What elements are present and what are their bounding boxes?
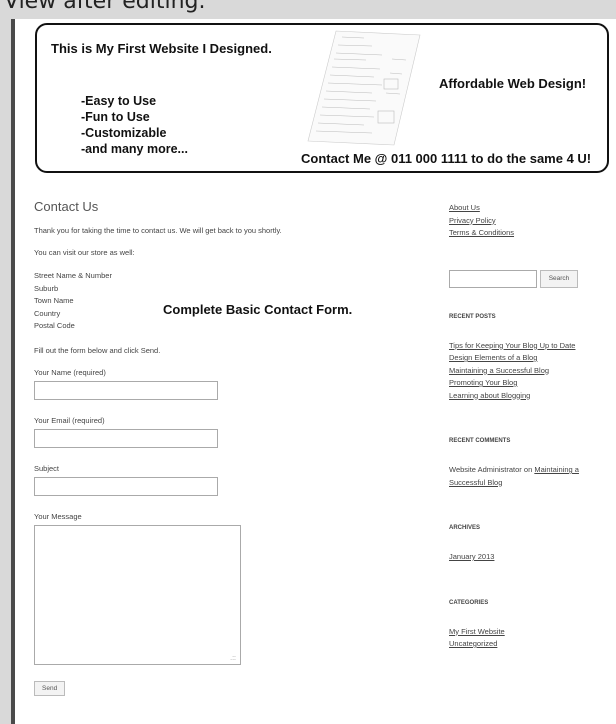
- thanks-text: Thank you for taking the time to contact…: [34, 226, 282, 235]
- instructions-text: Fill out the form below and click Send.: [34, 345, 161, 355]
- address-line: Postal Code: [34, 321, 75, 330]
- feature-item: -Customizable: [81, 126, 167, 140]
- recent-comment: Website Administrator on Maintaining a S…: [449, 464, 609, 489]
- categories-widget: CATEGORIES My First Website Uncategorize…: [449, 600, 609, 651]
- visit-text: You can visit our store as well:: [34, 248, 135, 257]
- address-line: Street Name & Number: [34, 271, 112, 280]
- banner-tagline: Affordable Web Design!: [439, 76, 587, 91]
- email-field[interactable]: [34, 428, 218, 448]
- recent-post-link[interactable]: Tips for Keeping Your Blog Up to Date: [449, 340, 609, 353]
- send-button[interactable]: Send: [34, 680, 66, 696]
- recent-post-link[interactable]: Maintaining a Successful Blog: [449, 365, 609, 378]
- recent-posts-widget: RECENT POSTS Tips for Keeping Your Blog …: [449, 314, 609, 403]
- comment-on: on: [521, 465, 535, 474]
- recent-post-link[interactable]: Design Elements of a Blog: [449, 352, 609, 365]
- name-field[interactable]: [34, 380, 218, 400]
- search-button[interactable]: Search: [540, 269, 578, 288]
- message-label: Your Message: [34, 511, 82, 521]
- recent-posts-title: RECENT POSTS: [449, 313, 496, 320]
- header-banner: This is My First Website I Designed. -Ea…: [35, 23, 609, 173]
- overlay-annotation: Complete Basic Contact Form.: [163, 302, 353, 317]
- message-field[interactable]: .::: [34, 524, 241, 665]
- archives-widget: ARCHIVES January 2013: [449, 525, 609, 564]
- caption: View after editing.: [4, 0, 206, 14]
- page-title: Contact Us: [34, 199, 99, 214]
- recent-post-link[interactable]: Learning about Blogging: [449, 390, 609, 403]
- recent-comments-widget: RECENT COMMENTS Website Administrator on…: [449, 438, 609, 489]
- feature-list: -Easy to Use -Fun to Use -Customizable -…: [81, 93, 188, 157]
- banner-contact: Contact Me @ 011 000 1111 to do the same…: [301, 151, 592, 166]
- categories-title: CATEGORIES: [449, 599, 489, 606]
- comment-author: Website Administrator: [449, 465, 522, 474]
- feature-item: -Fun to Use: [81, 110, 150, 124]
- name-label: Your Name (required): [34, 367, 106, 377]
- category-link[interactable]: Uncategorized: [449, 638, 609, 651]
- about-us-link[interactable]: About Us: [449, 202, 609, 215]
- feature-item: -Easy to Use: [81, 94, 157, 108]
- terms-link[interactable]: Terms & Conditions: [449, 227, 609, 240]
- search-widget: Search: [449, 269, 609, 288]
- subject-field[interactable]: [34, 476, 218, 496]
- recent-comments-title: RECENT COMMENTS: [449, 438, 511, 444]
- subject-label: Subject: [34, 463, 60, 473]
- page-preview-image: [307, 30, 421, 146]
- archives-title: ARCHIVES: [449, 525, 481, 531]
- feature-item: -and many more...: [81, 142, 188, 156]
- main-content: Contact Us Thank you for taking the time…: [34, 199, 434, 696]
- search-input[interactable]: [449, 269, 537, 288]
- recent-post-link[interactable]: Promoting Your Blog: [449, 377, 609, 390]
- address-line: Suburb: [34, 283, 59, 293]
- web-page: This is My First Website I Designed. -Ea…: [15, 19, 616, 724]
- category-link[interactable]: My First Website: [449, 626, 609, 639]
- sidebar: About Us Privacy Policy Terms & Conditio…: [449, 202, 609, 687]
- archive-link[interactable]: January 2013: [449, 551, 609, 564]
- email-label: Your Email (required): [34, 415, 105, 425]
- resize-handle-icon[interactable]: .::: [230, 655, 236, 662]
- privacy-policy-link[interactable]: Privacy Policy: [449, 215, 609, 228]
- banner-title: This is My First Website I Designed.: [51, 41, 272, 56]
